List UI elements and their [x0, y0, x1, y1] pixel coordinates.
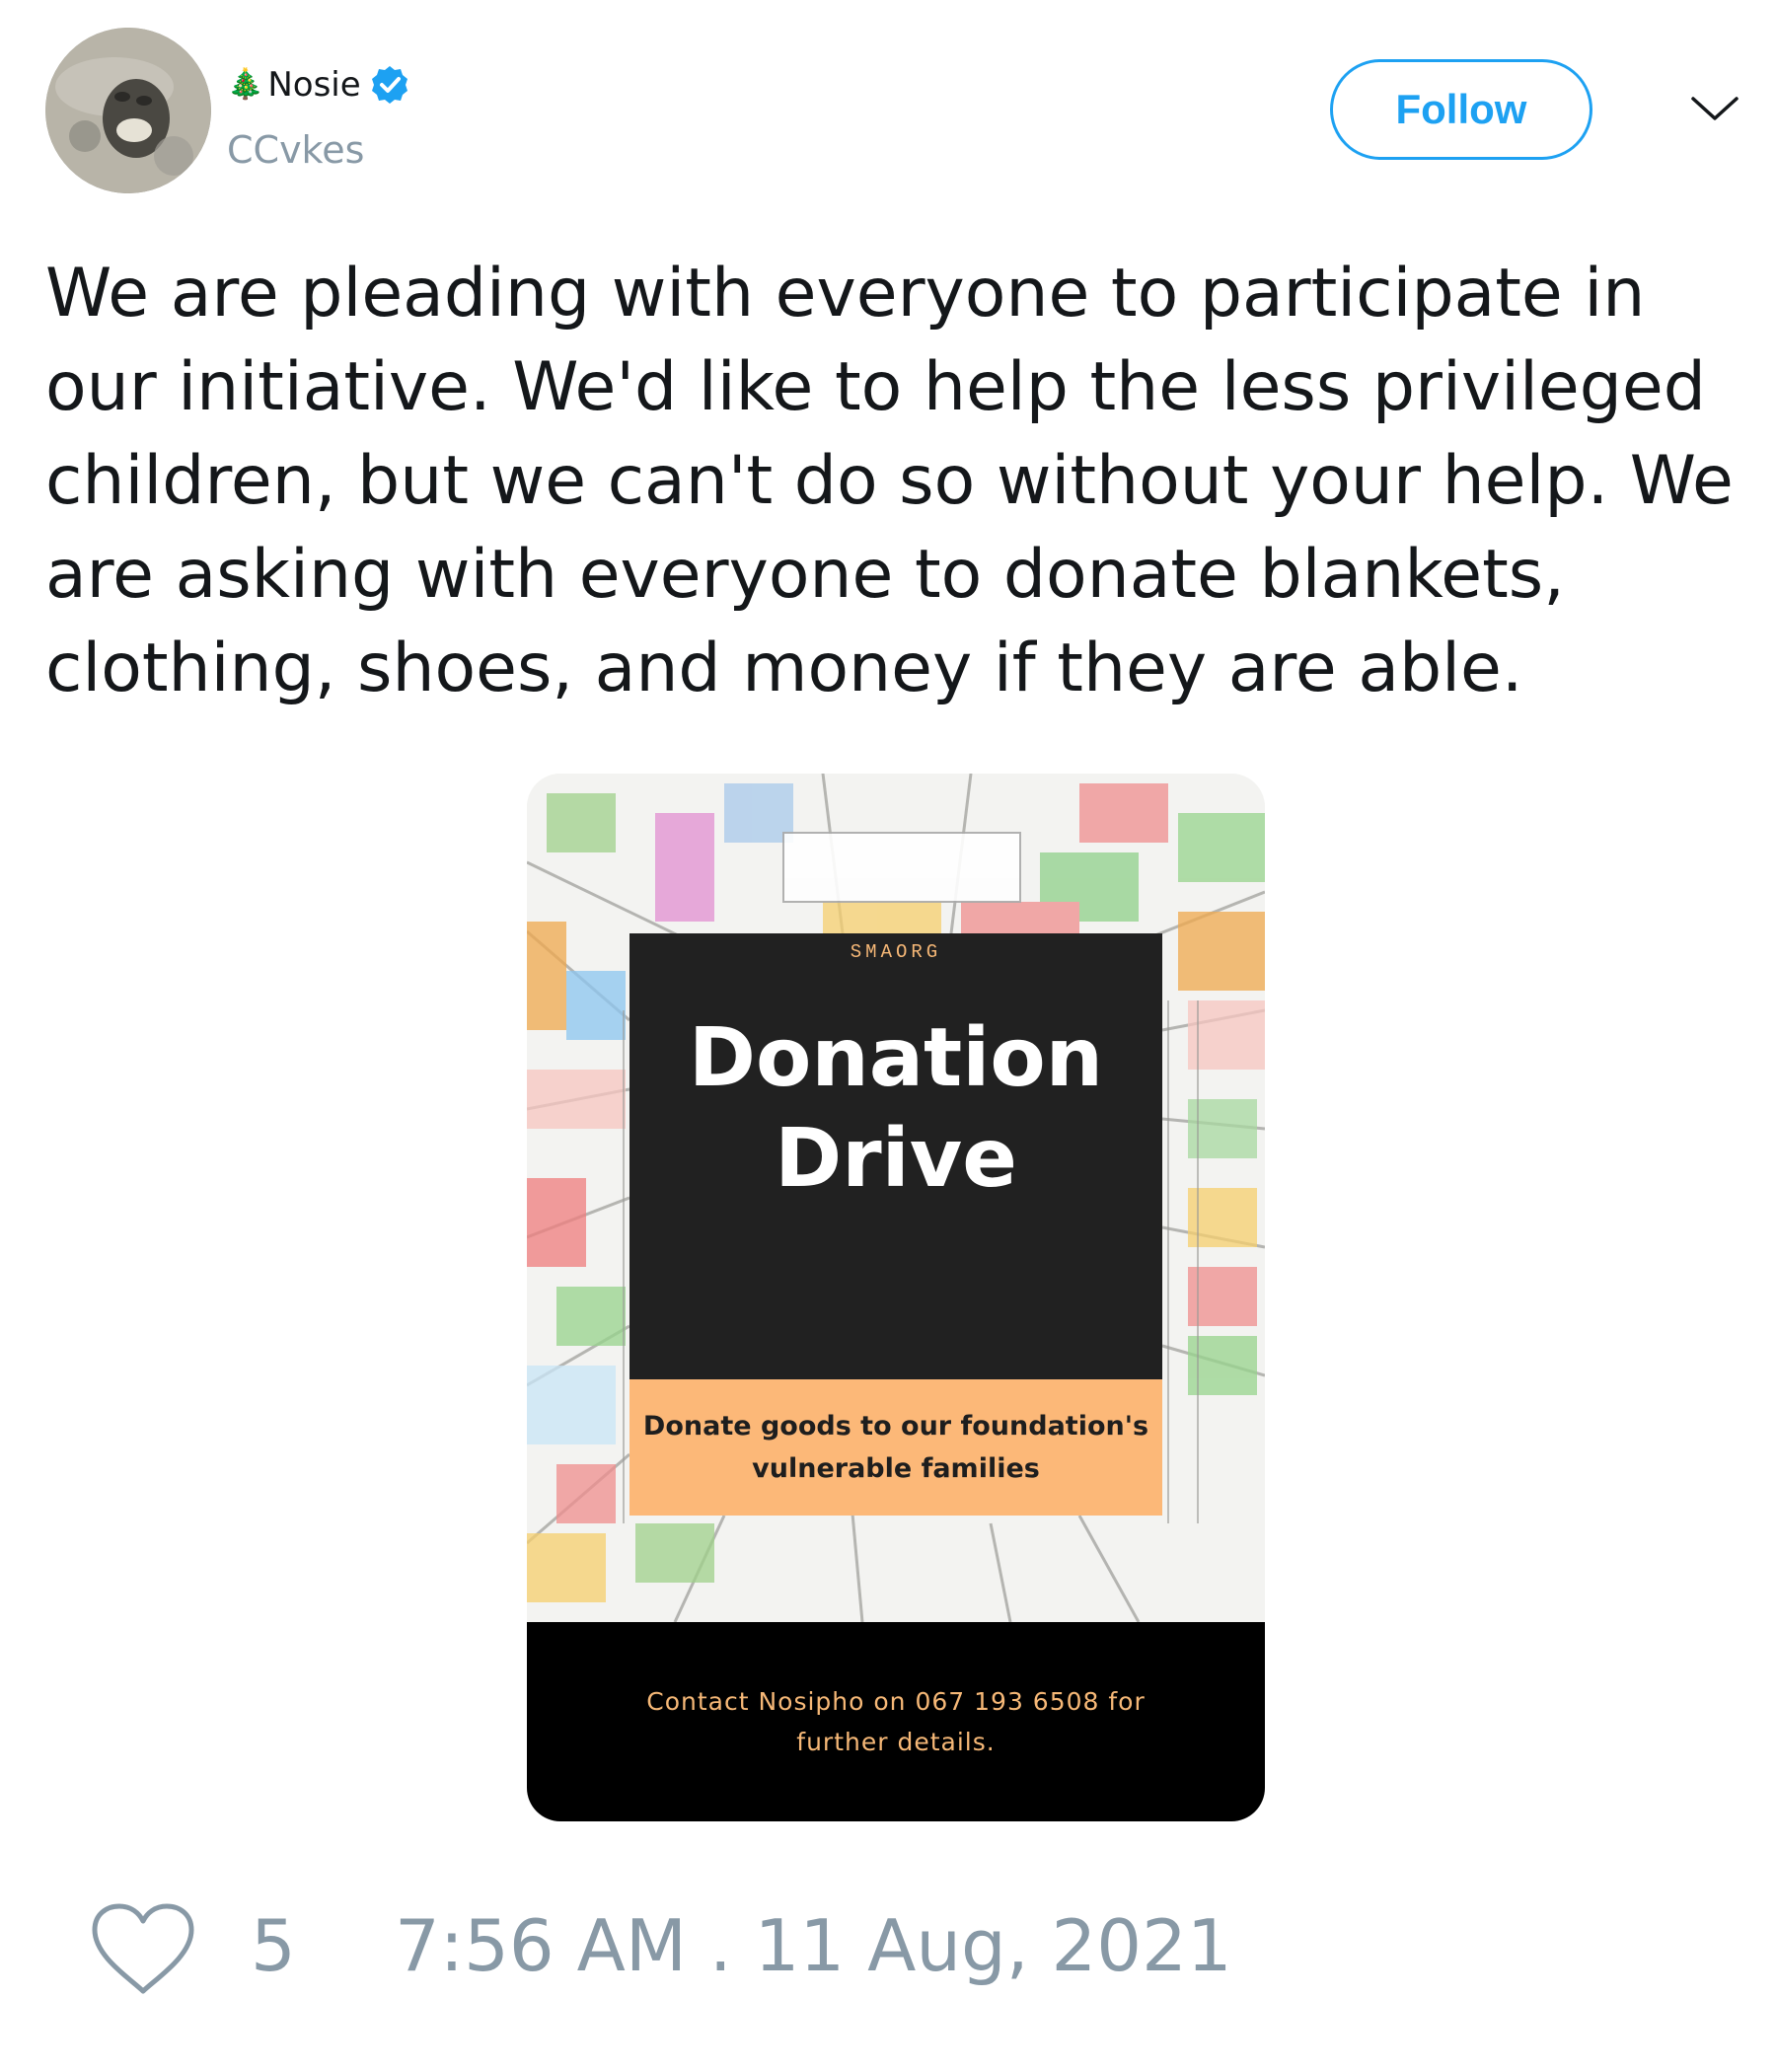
tweet-text: We are pleading with everyone to partici… [45, 255, 1734, 707]
tweet-media-image[interactable]: SMAORG Donation Drive Donate goods to ou… [527, 774, 1265, 1821]
chevron-down-icon[interactable] [1689, 89, 1740, 128]
poster-subtitle-line1: Donate goods to our foundation's [642, 1411, 1149, 1442]
poster-contact-text: Contact Nosipho on 067 193 6508 for furt… [646, 1687, 1146, 1756]
poster-title-line2: Drive [775, 1112, 1017, 1206]
poster-subtitle-panel: Donate goods to our foundation's vulnera… [629, 1379, 1162, 1516]
poster-title: Donation Drive [629, 1008, 1162, 1210]
poster-title-line1: Donation [688, 1011, 1104, 1105]
tweet-card: 🎄 Nosie CCvkes Follow We are pleading wi… [0, 0, 1776, 2072]
follow-button[interactable]: Follow [1330, 59, 1592, 160]
christmas-tree-emoji: 🎄 [227, 67, 264, 102]
avatar[interactable] [45, 28, 211, 193]
heart-icon[interactable] [89, 1900, 197, 1999]
poster-subtitle-line2: vulnerable families [752, 1453, 1040, 1484]
display-name[interactable]: Nosie [267, 65, 360, 105]
like-count[interactable]: 5 [251, 1904, 296, 1987]
profile-photo [45, 28, 211, 193]
verified-badge-icon [371, 66, 407, 104]
author-name-row[interactable]: 🎄 Nosie [227, 61, 410, 109]
timestamp[interactable]: 7:56 AM . 11 Aug, 2021 [395, 1904, 1232, 1987]
handle[interactable]: CCvkes [227, 128, 364, 172]
poster-org-name: SMAORG [850, 941, 942, 963]
poster-contact-panel: Contact Nosipho on 067 193 6508 for furt… [527, 1622, 1265, 1821]
